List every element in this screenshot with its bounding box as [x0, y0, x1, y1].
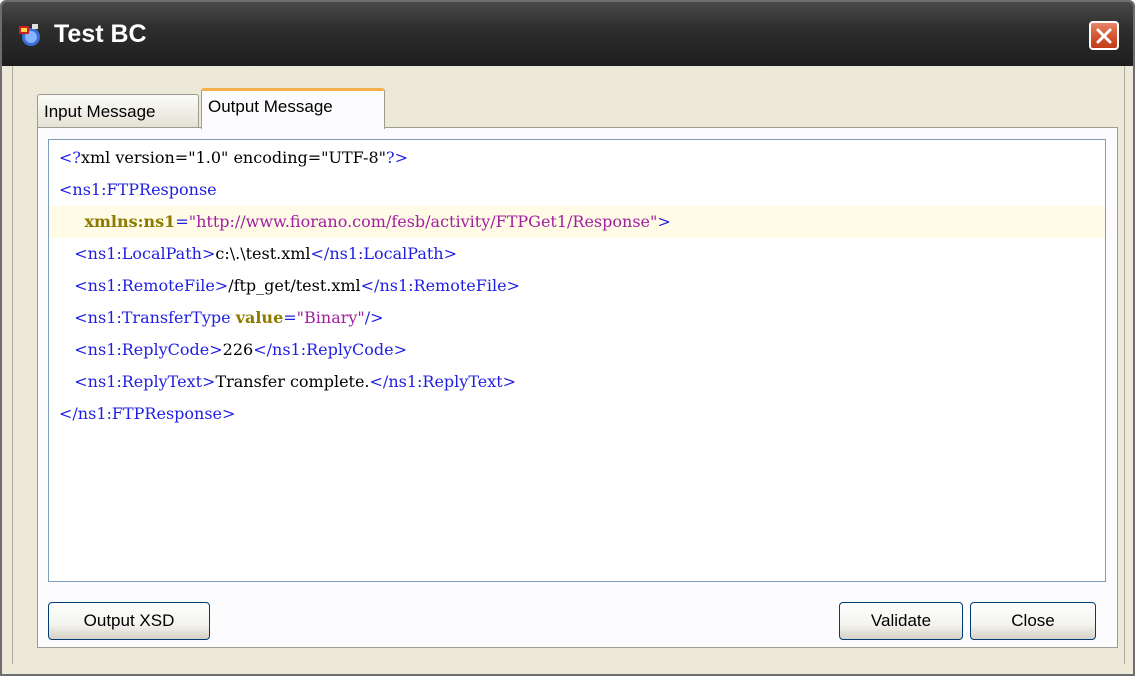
tab-input-message-label: Input Message — [44, 102, 156, 121]
code-token-attr: value — [235, 308, 284, 327]
code-line: <?xml version="1.0" encoding="UTF-8"?> — [49, 142, 1105, 174]
code-token-tag: > — [657, 212, 671, 231]
code-line: <ns1:LocalPath>c:\.\test.xml</ns1:LocalP… — [49, 238, 1105, 270]
code-token-tag: <ns1:ReplyCode> — [74, 340, 223, 359]
title-bar[interactable]: Test BC — [2, 2, 1133, 66]
xml-editor[interactable]: <?xml version="1.0" encoding="UTF-8"?> <n… — [48, 139, 1106, 582]
code-token-text: Transfer complete. — [215, 372, 370, 391]
code-token-text: 226 — [222, 340, 254, 359]
code-token-tag: <? — [59, 148, 81, 167]
validate-button[interactable]: Validate — [839, 602, 963, 640]
close-icon — [1096, 28, 1112, 44]
code-token-tag: <ns1:ReplyText> — [74, 372, 216, 391]
output-message-panel: <?xml version="1.0" encoding="UTF-8"?> <n… — [37, 127, 1118, 648]
code-token-tag: /> — [364, 308, 384, 327]
code-line: <ns1:ReplyCode>226</ns1:ReplyCode> — [49, 334, 1105, 366]
code-token-value: "http://www.fiorano.com/fesb/activity/FT… — [188, 212, 658, 231]
code-token-tag: ?> — [385, 148, 408, 167]
code-token-text: /ftp_get/test.xml — [228, 276, 361, 295]
code-token-tag: = — [175, 212, 189, 231]
code-line: <ns1:FTPResponse — [49, 174, 1105, 206]
dialog-body: Input Message Output Message <?xml versi… — [12, 66, 1125, 664]
code-line: xmlns:ns1="http://www.fiorano.com/fesb/a… — [49, 206, 1105, 238]
code-line: <ns1:RemoteFile>/ftp_get/test.xml</ns1:R… — [49, 270, 1105, 302]
code-token-tag: <ns1:RemoteFile> — [74, 276, 229, 295]
code-token-tag: </ns1:ReplyCode> — [253, 340, 408, 359]
test-bc-dialog: Test BC Input Message Output Message <?x… — [0, 0, 1135, 676]
code-token-tag: = — [283, 308, 297, 327]
code-token-tag: </ns1:RemoteFile> — [360, 276, 520, 295]
code-token-tag: <ns1:FTPResponse — [59, 180, 217, 199]
code-line: </ns1:FTPResponse> — [49, 398, 1105, 430]
code-line: <ns1:TransferType value="Binary"/> — [49, 302, 1105, 334]
validate-button-label: Validate — [870, 611, 932, 630]
output-xsd-button[interactable]: Output XSD — [48, 602, 210, 640]
code-token-text: c:\.\test.xml — [215, 244, 311, 263]
close-window-button[interactable] — [1089, 21, 1119, 50]
close-button-label: Close — [1011, 611, 1055, 630]
tab-output-message-label: Output Message — [208, 97, 333, 116]
code-token-tag: <ns1:LocalPath> — [74, 244, 216, 263]
code-line: <ns1:ReplyText>Transfer complete.</ns1:R… — [49, 366, 1105, 398]
tab-input-message[interactable]: Input Message — [37, 94, 199, 128]
code-token-tag: </ns1:ReplyText> — [369, 372, 517, 391]
code-token-value: "Binary" — [296, 308, 365, 327]
code-token-tag: <ns1:TransferType — [74, 308, 236, 327]
code-token-text: xml version="1.0" encoding="UTF-8" — [80, 148, 386, 167]
close-button[interactable]: Close — [970, 602, 1096, 640]
output-xsd-button-label: Output XSD — [83, 611, 175, 630]
code-token-attr: xmlns:ns1 — [84, 212, 176, 231]
code-token-tag: </ns1:FTPResponse> — [59, 404, 236, 423]
window-title: Test BC — [54, 20, 147, 48]
code-token-tag: </ns1:LocalPath> — [310, 244, 457, 263]
tab-output-message[interactable]: Output Message — [201, 88, 385, 129]
app-icon — [16, 22, 42, 48]
